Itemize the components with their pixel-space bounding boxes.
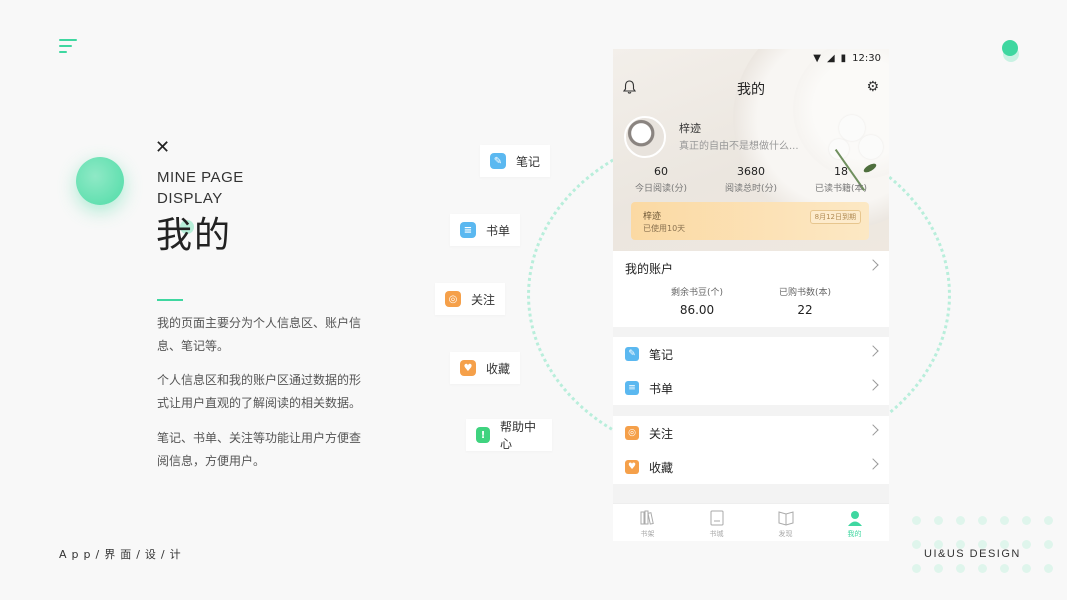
chevron-right-icon <box>867 458 879 470</box>
stat-label: 阅读总时(分) <box>724 184 778 194</box>
description-1: 我的页面主要分为个人信息区、账户信息、笔记等。 <box>157 316 362 353</box>
account-title: 我的账户 <box>625 261 674 276</box>
account-card: 我的账户 剩余书豆(个) 86.00 已购书数(本) 22 <box>613 251 889 327</box>
exclamation-icon: ! <box>476 427 490 443</box>
account-row[interactable]: 我的账户 <box>613 251 889 285</box>
menu-favorites[interactable]: ♥ 收藏 <box>613 450 889 484</box>
divider <box>157 299 183 301</box>
stat-label: 已读书籍(本) <box>814 184 868 194</box>
tab-bar: 书架 书城 发现 我的 <box>613 503 889 541</box>
vip-card[interactable]: 梓迹 已使用10天 8月12日到期 <box>631 202 869 240</box>
user-signature: 真正的自由不是想做什么... <box>679 141 799 152</box>
account-stat-value: 22 <box>797 303 813 317</box>
feature-help: ! 帮助中心 <box>466 419 552 451</box>
tab-label: 书架 <box>640 530 655 538</box>
feature-label: 收藏 <box>486 361 511 376</box>
chevron-right-icon <box>867 424 879 436</box>
close-icon[interactable]: ✕ <box>155 139 170 157</box>
stat-value: 18 <box>834 165 848 178</box>
book-icon <box>710 510 723 526</box>
profile-header: ▼ ◢ ▮ 12:30 我的 ⚙ 梓迹 真正的自由不是想做什么... 60 今日… <box>613 49 889 251</box>
tab-bookstore[interactable]: 书城 <box>682 504 751 541</box>
wifi-icon: ▼ <box>813 53 821 64</box>
english-title-line1: MINE PAGE <box>157 169 244 186</box>
tab-discover[interactable]: 发现 <box>751 504 820 541</box>
tab-bookshelf[interactable]: 书架 <box>613 504 682 541</box>
stat-value: 3680 <box>737 165 765 178</box>
open-book-icon <box>778 511 793 526</box>
feature-label: 关注 <box>471 292 496 307</box>
phone-mockup: ▼ ◢ ▮ 12:30 我的 ⚙ 梓迹 真正的自由不是想做什么... 60 今日… <box>613 49 889 541</box>
tab-mine[interactable]: 我的 <box>820 504 889 541</box>
feature-follow: ◎ 关注 <box>435 283 505 315</box>
avatar[interactable] <box>624 116 666 158</box>
status-time: 12:30 <box>852 53 881 64</box>
follow-icon: ◎ <box>625 426 639 440</box>
list-icon: ≡ <box>460 222 476 238</box>
battery-icon: ▮ <box>840 53 847 64</box>
account-stat-beans: 剩余书豆(个) 86.00 <box>671 285 723 327</box>
decor-dots <box>912 516 1062 576</box>
status-bar: ▼ ◢ ▮ 12:30 <box>813 53 881 64</box>
stat-value: 60 <box>654 165 668 178</box>
tab-label: 我的 <box>847 530 862 538</box>
english-title-line2: DISPLAY <box>157 190 223 207</box>
footer-left: App/界面/设/计 <box>59 548 186 561</box>
follow-icon: ◎ <box>445 291 461 307</box>
stat-today: 60 今日阅读(分) <box>631 165 691 194</box>
user-icon <box>847 511 862 526</box>
pencil-icon: ✎ <box>490 153 506 169</box>
feature-favorites: ♥ 收藏 <box>450 352 520 384</box>
chevron-right-icon <box>867 379 879 391</box>
menu-card-2: ◎ 关注 ♥ 收藏 <box>613 416 889 484</box>
description-2: 个人信息区和我的账户区通过数据的形式让用户直观的了解阅读的相关数据。 <box>157 373 362 410</box>
phone-title: 我的 <box>737 82 765 98</box>
menu-icon[interactable] <box>59 39 77 53</box>
stat-books: 18 已读书籍(本) <box>809 165 873 194</box>
chevron-right-icon <box>867 345 879 357</box>
tab-label: 发现 <box>778 530 793 538</box>
heart-icon: ♥ <box>460 360 476 376</box>
feature-label: 笔记 <box>516 154 541 169</box>
signal-icon: ◢ <box>826 53 835 64</box>
heart-icon: ♥ <box>625 460 639 474</box>
account-stat-label: 剩余书豆(个) <box>670 288 724 298</box>
menu-label: 关注 <box>649 426 674 441</box>
account-stat-label: 已购书数(本) <box>778 288 832 298</box>
user-name: 梓迹 <box>679 122 701 135</box>
menu-follow[interactable]: ◎ 关注 <box>613 416 889 450</box>
decor-dot <box>1001 40 1019 62</box>
page-title-text: 我的 <box>156 215 233 256</box>
menu-label: 笔记 <box>649 347 674 362</box>
account-stats: 剩余书豆(个) 86.00 已购书数(本) 22 <box>613 285 889 327</box>
description-3: 笔记、书单、关注等功能让用户方便查阅信息，方便用户。 <box>157 431 362 468</box>
vip-used: 已使用10天 <box>643 224 686 233</box>
menu-label: 书单 <box>649 381 674 396</box>
vip-name: 梓迹 <box>643 212 662 222</box>
page-title: 我的 <box>156 214 232 258</box>
feature-notes: ✎ 笔记 <box>480 145 550 177</box>
pencil-icon: ✎ <box>625 347 639 361</box>
chevron-right-icon <box>867 259 879 271</box>
menu-label: 收藏 <box>649 460 674 475</box>
bookshelf-icon <box>640 510 654 525</box>
account-stat-value: 86.00 <box>679 303 715 317</box>
stat-total: 3680 阅读总时(分) <box>719 165 783 194</box>
feature-label: 帮助中心 <box>500 420 537 451</box>
vip-expire-badge: 8月12日到期 <box>809 210 861 224</box>
account-stat-purchased: 已购书数(本) 22 <box>779 285 831 327</box>
tab-label: 书城 <box>709 530 724 538</box>
feature-booklist: ≡ 书单 <box>450 214 520 246</box>
list-icon: ≡ <box>625 381 639 395</box>
menu-card-1: ✎ 笔记 ≡ 书单 <box>613 337 889 405</box>
gear-icon[interactable]: ⚙ <box>866 79 879 95</box>
feature-label: 书单 <box>486 223 511 238</box>
english-title: MINE PAGE DISPLAY <box>157 167 244 209</box>
stat-label: 今日阅读(分) <box>634 184 688 194</box>
menu-booklist[interactable]: ≡ 书单 <box>613 371 889 405</box>
decor-circle <box>76 157 124 205</box>
menu-notes[interactable]: ✎ 笔记 <box>613 337 889 371</box>
